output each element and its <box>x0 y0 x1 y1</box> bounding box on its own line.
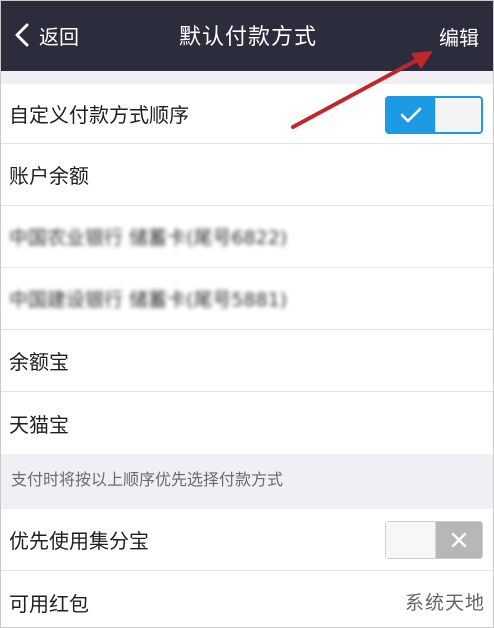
navigation-bar: 返回 默认付款方式 编辑 <box>1 1 493 71</box>
hongbao-label: 可用红包 <box>9 591 89 616</box>
bank-card-label-obscured: 中国建设银行 储蓄卡(尾号5881) <box>9 289 288 311</box>
payment-method-label: 账户余额 <box>9 164 89 188</box>
payment-method-item[interactable]: 中国农业银行 储蓄卡(尾号6822) <box>1 206 493 268</box>
custom-order-label: 自定义付款方式顺序 <box>9 103 189 127</box>
payment-method-label: 余额宝 <box>9 350 69 374</box>
payment-method-item[interactable]: 账户余额 <box>1 144 493 206</box>
close-icon <box>451 532 467 548</box>
payment-method-item[interactable]: 余额宝 <box>1 330 493 392</box>
custom-order-row: 自定义付款方式顺序 <box>1 84 493 144</box>
jifenbao-toggle[interactable] <box>385 521 483 559</box>
toggle-track <box>435 98 481 132</box>
toggle-off-knob <box>436 522 482 558</box>
jifenbao-label: 优先使用集分宝 <box>9 529 149 553</box>
payment-method-item[interactable]: 中国建设银行 储蓄卡(尾号5881) <box>1 268 493 330</box>
edit-button[interactable]: 编辑 <box>439 22 479 51</box>
page-title: 默认付款方式 <box>178 25 317 50</box>
toggle-on-knob <box>387 98 435 132</box>
app-screen: 返回 默认付款方式 编辑 自定义付款方式顺序 账户余额 中国农业银行 储蓄卡(尾… <box>0 0 494 628</box>
payment-method-list: 自定义付款方式顺序 账户余额 中国农业银行 储蓄卡(尾号6822) 中国建设银行… <box>1 84 493 454</box>
order-hint-text: 支付时将按以上顺序优先选择付款方式 <box>11 470 284 489</box>
payment-method-label: 天猫宝 <box>9 412 69 437</box>
toggle-track <box>386 522 436 558</box>
jifenbao-row: 优先使用集分宝 <box>1 509 493 571</box>
watermark: 系统天地 <box>404 592 485 614</box>
bank-card-label-obscured: 中国农业银行 储蓄卡(尾号6822) <box>9 227 288 249</box>
custom-order-toggle[interactable] <box>385 96 483 134</box>
checkmark-icon <box>400 107 422 123</box>
payment-method-item[interactable]: 天猫宝 <box>1 392 493 454</box>
